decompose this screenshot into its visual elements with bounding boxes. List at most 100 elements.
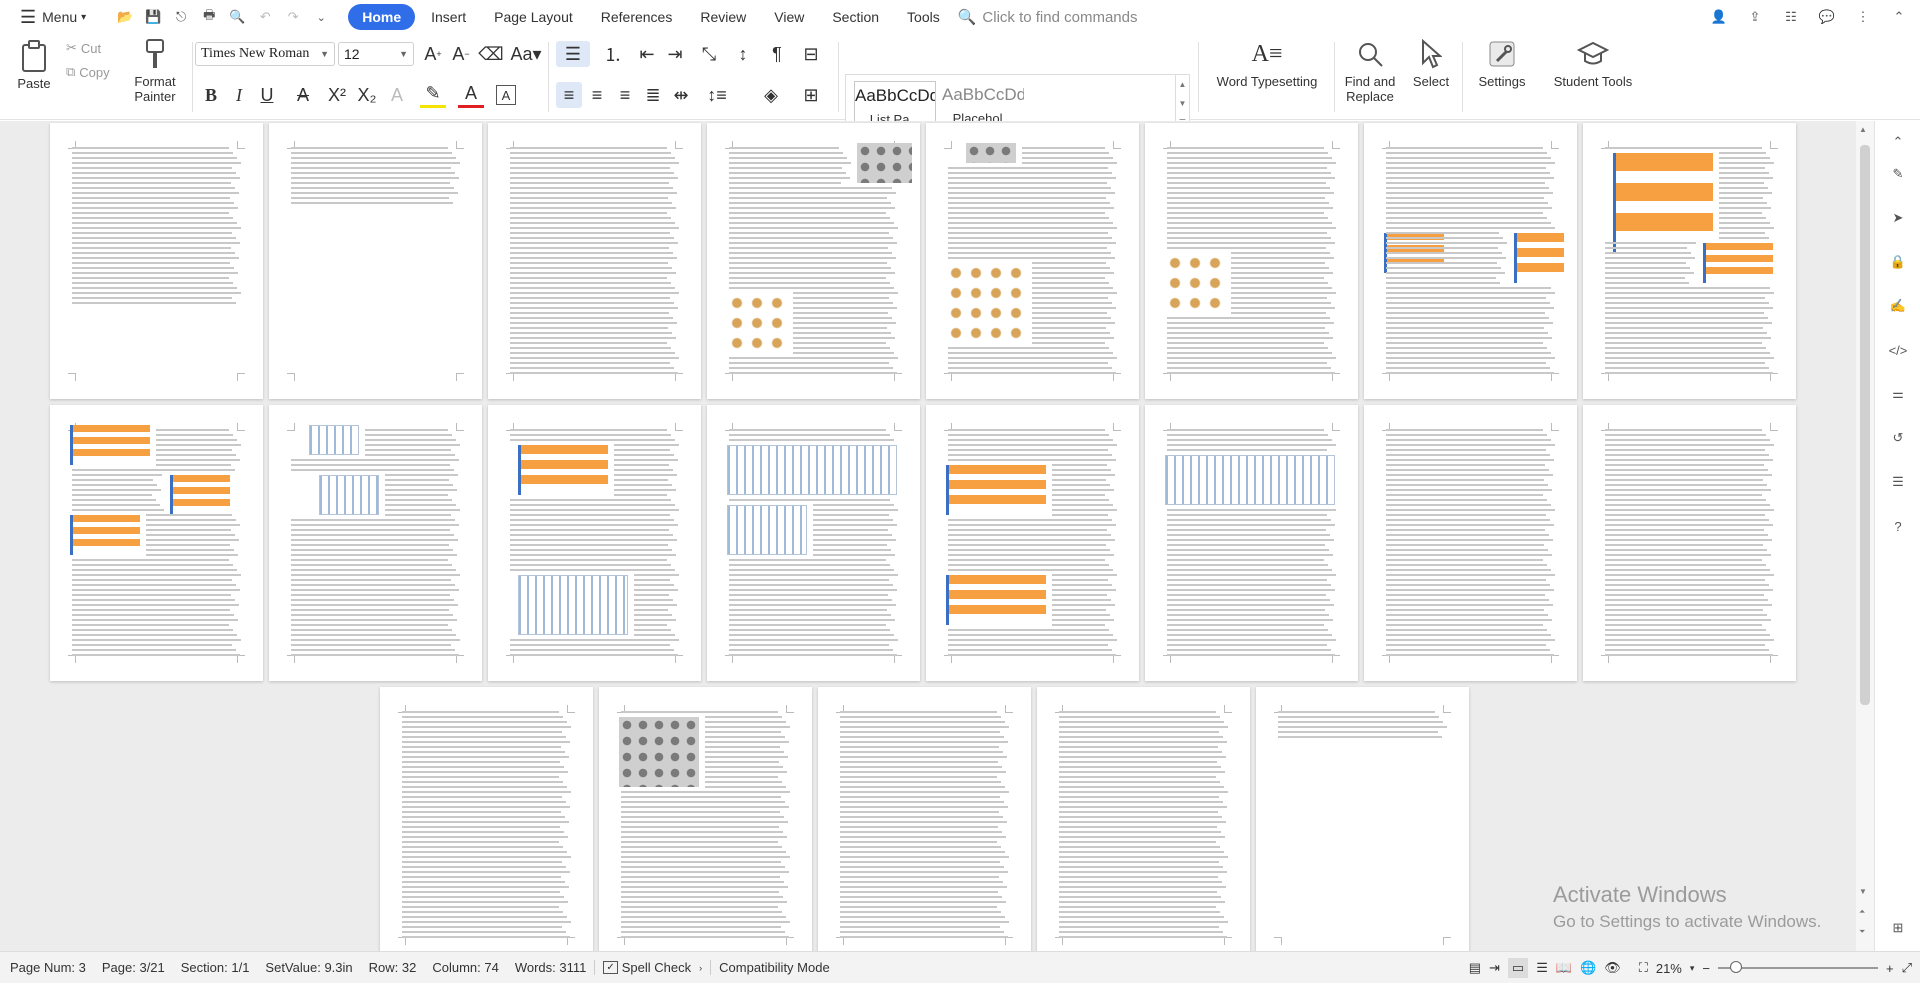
export-icon[interactable]: ⎋ [168,4,194,30]
tab-view[interactable]: View [762,4,816,30]
tab-references[interactable]: References [589,4,685,30]
shading-icon[interactable]: ◈ [754,82,788,108]
next-page-icon[interactable]: ⏷ [1859,927,1865,937]
page-thumbnail[interactable] [269,405,482,681]
list-icon[interactable]: ☰ [1887,471,1909,493]
collapse-ribbon-icon[interactable]: ⌃ [1886,4,1912,30]
spell-check-button[interactable]: ✓ Spell Check › [594,960,712,975]
paragraph-mark-icon[interactable]: ¶ [760,41,794,67]
grid-icon[interactable]: ⊞ [1887,917,1909,939]
shrink-font-icon[interactable]: A − [448,41,474,67]
account-icon[interactable]: 👤 [1706,4,1732,30]
decrease-indent-icon[interactable]: ⇤ [634,41,660,67]
font-name-select[interactable]: Times New Roman ▼ [195,42,335,66]
page-thumbnail[interactable] [380,687,593,951]
tab-page-layout[interactable]: Page Layout [482,4,585,30]
share-icon[interactable]: ⇪ [1742,4,1768,30]
zoom-slider-handle[interactable] [1730,961,1742,973]
command-search[interactable]: 🔍 Click to find commands [958,8,1138,27]
print-preview-icon[interactable]: 🔍 [224,4,250,30]
underline-icon[interactable]: U [254,82,280,108]
format-painter-button[interactable]: Format Painter [124,36,186,104]
fit-page-icon[interactable]: ⛶ [1639,960,1648,976]
superscript-icon[interactable]: X² [324,82,350,108]
student-tools-button[interactable]: Student Tools [1542,36,1644,89]
justify-icon[interactable]: ≣ [640,82,666,108]
comment-icon[interactable]: 💬 [1814,4,1840,30]
scroll-down-icon[interactable]: ▼ [1859,887,1867,896]
paste-button[interactable]: Paste [12,38,56,91]
zoom-slider[interactable] [1718,961,1878,973]
bold-icon[interactable]: B [198,82,224,108]
strikethrough-icon[interactable]: A [290,82,316,108]
page-thumbnail[interactable] [1364,123,1577,399]
tab-insert[interactable]: Insert [419,4,478,30]
status-words[interactable]: Words: 3111 [507,960,595,975]
word-typesetting-button[interactable]: A≡ Word Typesetting [1206,36,1328,90]
change-case-icon[interactable]: Aa▾ [508,41,544,67]
prev-page-icon[interactable]: ⏶ [1859,907,1865,917]
scroll-up-icon[interactable]: ▲ [1859,125,1867,134]
code-icon[interactable]: </> [1887,339,1909,361]
page-thumbnail[interactable] [1037,687,1250,951]
web-export-icon[interactable]: ⇥ [1489,960,1500,976]
page-thumbnail[interactable] [488,123,701,399]
page-thumbnail[interactable] [1145,405,1358,681]
document-canvas[interactable] [0,121,1856,951]
tab-home[interactable]: Home [348,4,416,30]
select-button[interactable]: Select [1406,36,1456,89]
help-icon[interactable]: ? [1887,515,1909,537]
history-icon[interactable]: ↺ [1887,427,1909,449]
increase-indent-icon[interactable]: ⇥ [662,41,688,67]
page-thumbnail[interactable] [50,123,263,399]
page-thumbnail[interactable] [1583,405,1796,681]
outline-list-icon[interactable]: ☰ [1536,960,1548,976]
borders-icon[interactable]: ⊞ [794,82,828,108]
tab-stop-icon[interactable]: ⊟ [798,41,824,67]
page-thumbnail[interactable] [818,687,1031,951]
status-page[interactable]: Page: 3/21 [94,960,173,975]
italic-icon[interactable]: I [226,82,252,108]
lock-icon[interactable]: 🔒 [1887,251,1909,273]
customize-chevron-icon[interactable]: ⌄ [308,4,334,30]
tab-section[interactable]: Section [820,4,891,30]
read-mode-icon[interactable]: 📖 [1556,960,1572,976]
numbered-list-icon[interactable]: ⒈ [596,41,630,67]
page-thumbnail[interactable] [1364,405,1577,681]
page-thumbnail[interactable] [50,405,263,681]
chevron-down-icon[interactable]: ▾ [1690,963,1695,974]
highlight-icon[interactable]: ✎ [420,82,446,108]
page-view-icon[interactable]: ▭ [1507,958,1529,978]
cut-button[interactable]: ✂ Cut [66,40,101,56]
align-left-icon[interactable]: ≡ [556,82,582,108]
open-folder-icon[interactable]: 📂 [112,4,138,30]
fullscreen-icon[interactable]: ⤢ [1902,960,1912,976]
pen-icon[interactable]: ✎ [1887,163,1909,185]
sort-icon[interactable]: ↕ [730,41,756,67]
adjust-icon[interactable]: ⚌ [1887,383,1909,405]
outline-view-icon[interactable]: ▤ [1469,960,1481,976]
tab-tools[interactable]: Tools [895,4,952,30]
redo-icon[interactable]: ↷ [280,4,306,30]
save-icon[interactable]: 💾 [140,4,166,30]
line-spacing-icon[interactable]: ↕≡ [700,82,734,108]
clear-format-icon[interactable]: ⌫ [478,41,504,67]
eye-protection-icon[interactable]: 👁 [1604,960,1621,976]
undo-icon[interactable]: ↶ [252,4,278,30]
scroll-thumb[interactable] [1860,145,1870,705]
pointer-icon[interactable]: ➤ [1887,207,1909,229]
settings-button[interactable]: Settings [1466,36,1538,89]
page-thumbnail[interactable] [269,123,482,399]
web-layout-icon[interactable]: 🌐 [1580,960,1596,976]
font-color-icon[interactable]: A [458,82,484,108]
font-size-select[interactable]: 12 ▼ [338,42,414,66]
bullet-list-icon[interactable]: ☰ [556,41,590,67]
find-replace-button[interactable]: Find and Replace [1338,36,1402,104]
menu-button[interactable]: ☰ Menu ▾ [12,4,94,30]
more-icon[interactable]: ⋮ [1850,4,1876,30]
page-thumbnail[interactable] [926,405,1139,681]
page-thumbnail[interactable] [488,405,701,681]
align-center-icon[interactable]: ≡ [584,82,610,108]
grow-font-icon[interactable]: A + [420,41,446,67]
zoom-in-icon[interactable]: + [1886,961,1894,976]
